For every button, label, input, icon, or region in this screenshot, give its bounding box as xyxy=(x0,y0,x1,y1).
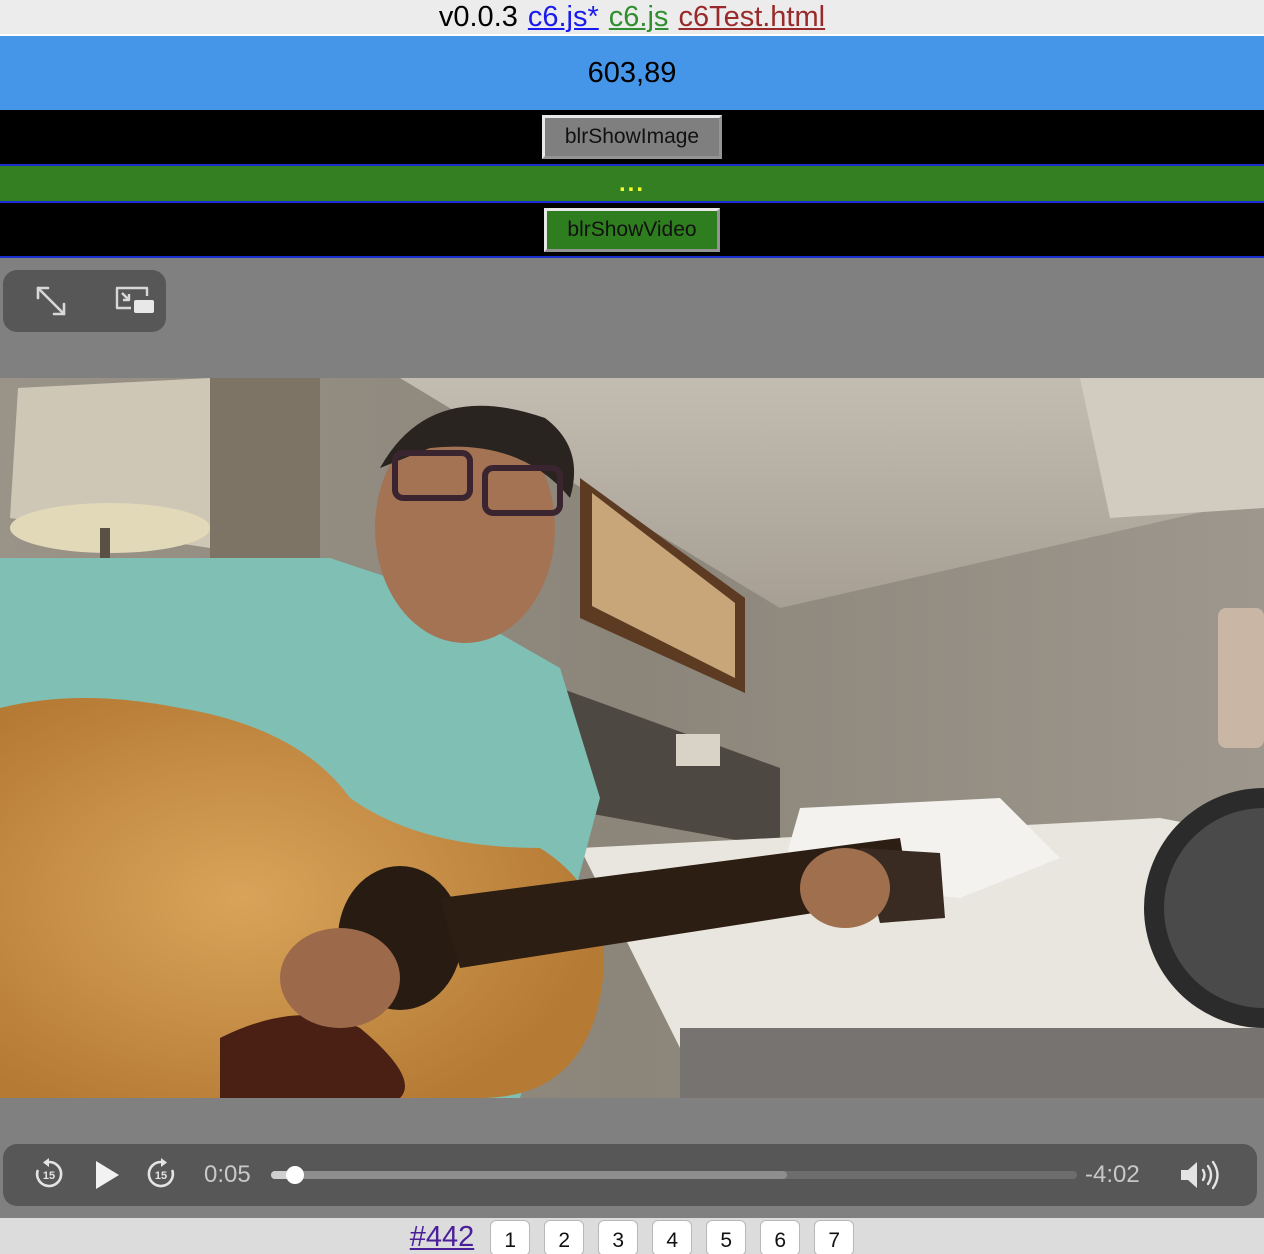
show-image-button[interactable]: blrShowImage xyxy=(542,115,722,159)
player-control-bar: 15 15 0:05 -4:02 xyxy=(3,1144,1257,1206)
page-button-6[interactable]: 6 xyxy=(760,1220,801,1254)
page-button-7[interactable]: 7 xyxy=(814,1220,855,1254)
skip-forward-label: 15 xyxy=(155,1170,167,1182)
video-player: 15 15 0:05 -4:02 xyxy=(0,258,1264,1218)
version-label: v0.0.3 xyxy=(438,0,518,33)
show-video-band: blrShowVideo xyxy=(0,203,1264,258)
status-band: ... xyxy=(0,166,1264,203)
seek-knob[interactable] xyxy=(286,1166,305,1184)
picture-in-picture-icon[interactable] xyxy=(115,281,155,321)
fullscreen-icon[interactable] xyxy=(31,281,71,321)
player-top-controls xyxy=(3,270,166,332)
volume-icon[interactable] xyxy=(1179,1158,1225,1192)
seek-bar[interactable] xyxy=(271,1166,1077,1184)
top-links-bar: v0.0.3 c6.js* c6.js c6Test.html xyxy=(0,0,1264,34)
skip-forward-15-icon[interactable]: 15 xyxy=(143,1156,179,1192)
buffered-range xyxy=(271,1171,787,1179)
current-time: 0:05 xyxy=(204,1161,251,1188)
page-button-5[interactable]: 5 xyxy=(706,1220,747,1254)
show-video-button[interactable]: blrShowVideo xyxy=(544,207,720,252)
page-button-1[interactable]: 1 xyxy=(490,1220,531,1254)
coordinates-display: 603,89 xyxy=(0,34,1264,110)
skip-back-label: 15 xyxy=(43,1170,55,1182)
page-button-2[interactable]: 2 xyxy=(544,1220,585,1254)
skip-back-15-icon[interactable]: 15 xyxy=(31,1156,67,1192)
play-icon[interactable] xyxy=(89,1156,125,1194)
remaining-time: -4:02 xyxy=(1085,1161,1140,1188)
link-c6test-html[interactable]: c6Test.html xyxy=(678,1,825,34)
item-number-link[interactable]: #442 xyxy=(410,1220,475,1254)
show-image-band: blrShowImage xyxy=(0,110,1264,166)
link-c6-js[interactable]: c6.js xyxy=(609,1,669,34)
link-c6-js-modified[interactable]: c6.js* xyxy=(528,1,599,34)
video-frame[interactable] xyxy=(0,378,1264,1098)
page-button-3[interactable]: 3 xyxy=(598,1220,639,1254)
page-button-4[interactable]: 4 xyxy=(652,1220,693,1254)
pager-bar: #442 1 2 3 4 5 6 7 xyxy=(0,1218,1264,1254)
